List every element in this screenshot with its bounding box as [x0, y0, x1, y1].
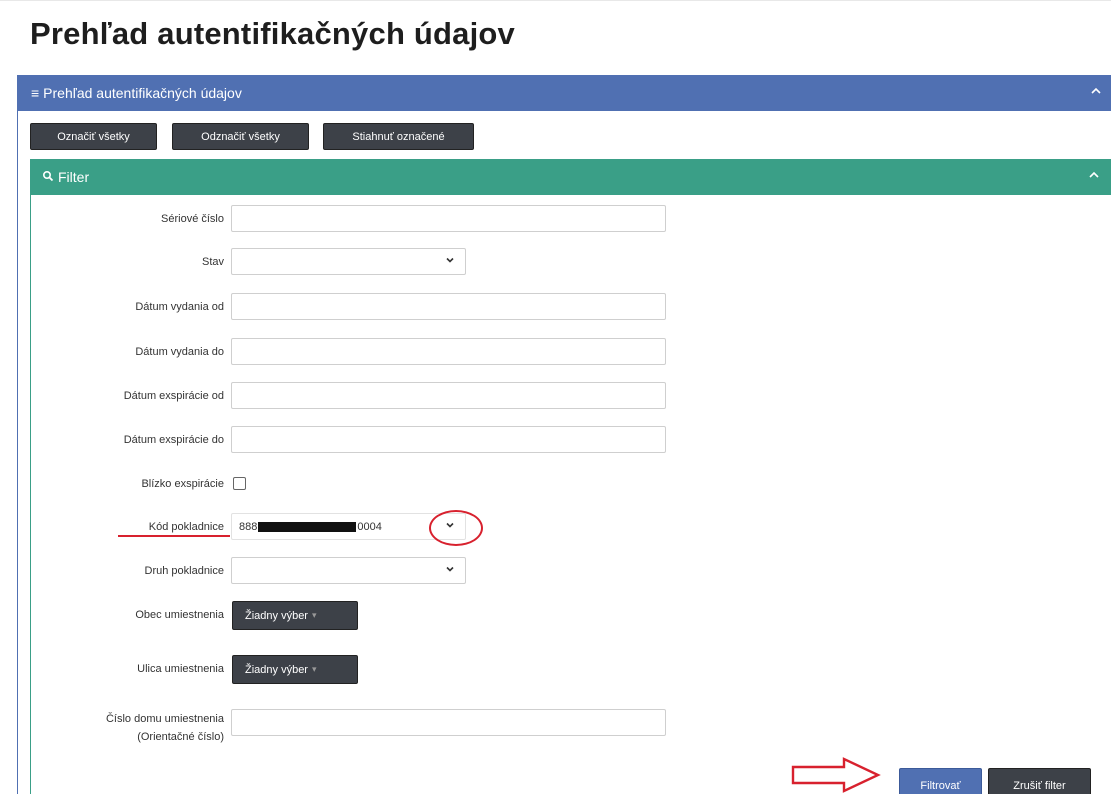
serial-number-label: Sériové číslo — [161, 213, 224, 225]
street-label: Ulica umiestnenia — [137, 663, 224, 675]
page-title: Prehľad autentifikačných údajov — [30, 16, 515, 51]
status-select[interactable] — [231, 248, 466, 275]
download-selected-button[interactable]: Stiahnuť označené — [323, 123, 474, 150]
hamburger-icon: ≡ — [31, 85, 40, 101]
red-underline-annotation — [118, 535, 230, 537]
filter-header[interactable]: Filter — [30, 159, 1111, 195]
status-label: Stav — [201, 256, 224, 268]
serial-number-input[interactable] — [231, 205, 666, 232]
chevron-down-icon — [445, 255, 455, 268]
caret-down-icon: ▾ — [311, 664, 317, 674]
expiry-date-from-label: Dátum exspirácie od — [123, 390, 224, 402]
issue-date-from-input[interactable] — [231, 293, 666, 320]
chevron-up-icon[interactable] — [1089, 84, 1103, 101]
issue-date-to-label: Dátum vydania do — [135, 346, 224, 358]
chevron-down-icon — [445, 564, 455, 577]
search-icon — [42, 169, 54, 185]
house-number-input[interactable] — [231, 709, 666, 736]
clear-filter-button[interactable]: Zrušiť filter — [988, 768, 1091, 794]
red-arrow-annotation — [791, 757, 881, 793]
municipality-label: Obec umiestnenia — [135, 609, 224, 621]
municipality-multiselect[interactable]: Žiadny výber ▾ — [232, 601, 358, 630]
near-expiry-checkbox[interactable] — [233, 477, 246, 490]
house-number-label-line2: (Orientačné číslo) — [137, 731, 224, 743]
apply-filter-button[interactable]: Filtrovať — [899, 768, 982, 794]
municipality-value: Žiadny výber — [245, 609, 308, 622]
issue-date-from-label: Dátum vydania od — [135, 301, 224, 313]
overview-panel-header[interactable]: ≡ Prehľad autentifikačných údajov — [17, 75, 1111, 111]
expiry-date-to-input[interactable] — [231, 426, 666, 453]
filter-title: Filter — [58, 169, 90, 185]
top-divider — [0, 0, 1111, 1]
register-code-suffix: 0004 — [357, 520, 382, 533]
issue-date-to-input[interactable] — [231, 338, 666, 365]
street-multiselect[interactable]: Žiadny výber ▾ — [232, 655, 358, 684]
register-code-label: Kód pokladnice — [148, 521, 224, 533]
near-expiry-label: Blízko exspirácie — [141, 478, 224, 490]
register-code-prefix: 888 — [239, 520, 258, 533]
select-all-button[interactable]: Označiť všetky — [30, 123, 157, 150]
redaction-bar — [258, 521, 357, 532]
house-number-label: Číslo domu umiestnenia (Orientačné číslo… — [24, 712, 224, 744]
house-number-label-line1: Číslo domu umiestnenia — [105, 713, 224, 725]
register-type-select[interactable] — [231, 557, 466, 584]
filter-body — [30, 195, 1111, 794]
overview-panel-title: Prehľad autentifikačných údajov — [43, 85, 242, 101]
deselect-all-button[interactable]: Odznačiť všetky — [172, 123, 309, 150]
chevron-up-icon[interactable] — [1087, 168, 1101, 185]
expiry-date-to-label: Dátum exspirácie do — [123, 434, 224, 446]
expiry-date-from-input[interactable] — [231, 382, 666, 409]
register-type-label: Druh pokladnice — [144, 565, 225, 577]
caret-down-icon: ▾ — [311, 610, 317, 620]
red-circle-annotation — [429, 510, 483, 546]
street-value: Žiadny výber — [245, 663, 308, 676]
